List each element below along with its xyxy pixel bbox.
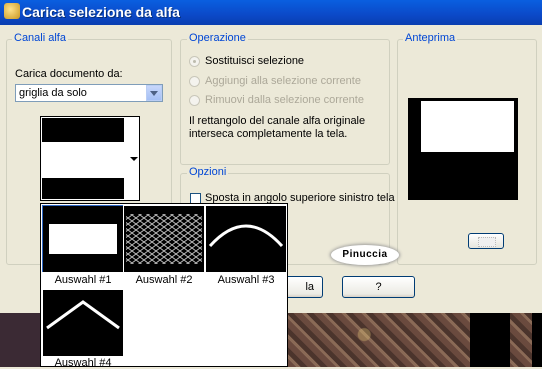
mesh-thumbnail-icon — [124, 206, 204, 272]
document-select[interactable]: griglia da solo — [15, 84, 163, 102]
band-thumbnail-icon — [43, 206, 123, 272]
operation-legend: Operazione — [187, 32, 248, 44]
chevron-down-icon[interactable] — [146, 85, 162, 101]
help-button-label: ? — [375, 281, 382, 293]
radio-replace-selection[interactable] — [189, 56, 200, 67]
alpha-channels-legend: Canali alfa — [12, 32, 68, 44]
preview-white-area — [421, 101, 514, 152]
background-photo-left — [0, 313, 40, 367]
roof-thumbnail-icon — [43, 290, 123, 356]
document-select-value: griglia da solo — [19, 87, 87, 99]
gallery-item-2-label: Auswahl #2 — [135, 274, 193, 286]
radio-remove-selection[interactable] — [189, 95, 200, 106]
radio-add-label: Aggiungi alla selezione corrente — [205, 75, 361, 87]
operation-note-line1: Il rettangolo del canale alfa originale — [189, 115, 366, 127]
alpha-gallery-popup: Auswahl #1 Auswahl #2 Auswahl #3 Auswahl… — [40, 203, 288, 369]
arch-thumbnail-icon — [206, 206, 286, 272]
background-black-panel — [470, 313, 510, 367]
radio-remove-label: Rimuovi dalla selezione corrente — [205, 94, 364, 106]
dropdown-arrow-icon[interactable] — [130, 157, 138, 161]
selected-alpha-thumbnail — [42, 118, 124, 199]
radio-replace-label: Sostituisci selezione — [205, 55, 305, 67]
checkerboard-icon — [478, 237, 496, 247]
app-icon — [4, 3, 20, 19]
window-title: Carica selezione da alfa — [22, 4, 180, 20]
preview-legend: Anteprima — [403, 32, 458, 44]
preview-background-button[interactable] — [468, 233, 504, 249]
cancel-button-label: la — [305, 281, 314, 293]
gallery-item-1[interactable] — [43, 206, 123, 272]
gallery-item-4[interactable] — [43, 290, 123, 356]
options-legend: Opzioni — [187, 166, 229, 178]
gallery-item-2[interactable] — [124, 206, 204, 272]
title-bar[interactable]: Carica selezione da alfa — [0, 0, 542, 25]
alpha-thumbnail-picker[interactable] — [40, 116, 140, 201]
gallery-item-1-label: Auswahl #1 — [54, 274, 112, 286]
gallery-item-3-label: Auswahl #3 — [217, 274, 275, 286]
help-button[interactable]: ? — [342, 276, 415, 298]
load-document-label: Carica documento da: — [15, 68, 123, 80]
preview-image — [408, 98, 518, 200]
thumbnail-white-band — [42, 142, 124, 178]
background-black-edge — [532, 313, 542, 367]
radio-add-selection[interactable] — [189, 76, 200, 87]
operation-note-line2: interseca completamente la tela. — [189, 128, 348, 140]
gallery-item-3[interactable] — [206, 206, 286, 272]
watermark-badge: Pinuccia — [331, 245, 399, 265]
gallery-item-4-label: Auswahl #4 — [54, 357, 112, 369]
